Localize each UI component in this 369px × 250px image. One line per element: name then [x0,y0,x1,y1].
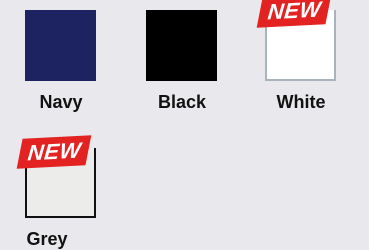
new-badge-text: NEW [26,137,82,166]
swatch-label: Navy [39,92,83,112]
swatch-option-black[interactable]: Black [135,10,225,120]
new-badge: NEW [16,135,92,169]
swatch-label: White [276,92,326,112]
new-badge-text: NEW [266,0,322,25]
new-badge: NEW [256,0,332,28]
color-swatch-black[interactable] [146,10,217,81]
swatch-label: Grey [26,229,68,249]
color-swatch-navy[interactable] [25,10,96,81]
swatch-label: Black [157,92,207,112]
swatch-option-navy[interactable]: Navy [14,10,104,120]
